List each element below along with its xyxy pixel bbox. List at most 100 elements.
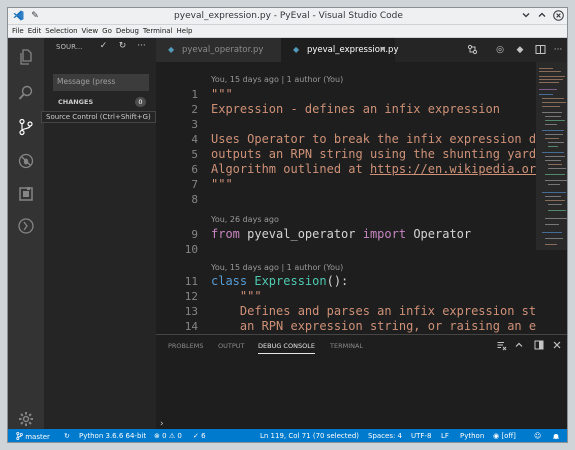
sync-icon[interactable]: ↻ xyxy=(64,432,70,440)
module-name: pyeval_operator xyxy=(239,227,363,241)
git-icon[interactable]: ◆ xyxy=(514,44,526,56)
source-control-icon[interactable] xyxy=(16,117,36,137)
code-line: 14 an RPN expression string, or raising … xyxy=(156,319,536,334)
code-line: 1 """ xyxy=(156,87,536,102)
menu-bar: File Edit Selection View Go Debug Terminal Help xyxy=(8,25,567,38)
indentation[interactable]: Spaces: 4 xyxy=(368,432,402,440)
code-text: outputs an RPN string using the shunting… xyxy=(211,147,536,161)
close-icon[interactable] xyxy=(552,10,564,22)
python-interpreter[interactable]: Python 3.6.6 64-bit xyxy=(79,432,146,440)
encoding[interactable]: UTF-8 xyxy=(411,432,431,440)
debug-icon[interactable] xyxy=(16,151,36,171)
line-number: 13 xyxy=(184,305,198,318)
menu-view[interactable]: View xyxy=(78,25,99,35)
line-number: 1 xyxy=(191,88,198,101)
line-number: 4 xyxy=(191,133,198,146)
preview-icon[interactable]: ◎ xyxy=(494,44,506,56)
line-number: 9 xyxy=(191,228,198,241)
menu-go[interactable]: Go xyxy=(98,25,112,35)
code-text: Defines and parses an infix expression s… xyxy=(211,304,536,318)
code-text: Uses Operator to break the infix express… xyxy=(211,132,536,146)
gear-icon[interactable] xyxy=(16,409,36,429)
tab-pyeval-operator[interactable]: ◆ pyeval_operator.py xyxy=(156,38,281,62)
code-editor[interactable]: You, 15 days ago | 1 author (You) 1 """ 2… xyxy=(156,62,536,334)
live-status-text: [off] xyxy=(501,432,516,440)
close-panel-icon[interactable] xyxy=(551,340,563,352)
language-mode[interactable]: Python xyxy=(460,432,484,440)
problems-indicator[interactable]: ⊗ 0 ⚠ 0 xyxy=(154,432,182,440)
activity-bar xyxy=(8,38,44,429)
keyword: from xyxy=(211,227,240,241)
chevron-up-icon[interactable] xyxy=(536,10,548,22)
tab-terminal[interactable]: TERMINAL xyxy=(330,342,363,350)
line-number: 5 xyxy=(191,148,198,161)
changes-header[interactable]: CHANGES xyxy=(58,98,93,106)
line-number: 2 xyxy=(191,103,198,116)
files-icon[interactable] xyxy=(16,47,36,67)
branch-indicator[interactable]: master xyxy=(16,431,50,441)
title-bar: ✎ pyeval_expression.py - PyEval - Visual… xyxy=(8,8,567,25)
bell-icon[interactable] xyxy=(552,432,560,442)
live-share-status[interactable]: ◉ [off] xyxy=(493,432,516,440)
line-number: 11 xyxy=(184,275,198,288)
menu-selection[interactable]: Selection xyxy=(41,25,77,35)
clear-console-icon[interactable] xyxy=(495,340,507,352)
menu-file[interactable]: File xyxy=(8,25,24,35)
line-number: 12 xyxy=(184,290,198,303)
source-control-sidebar: SOUR... ✓ ↻ ··· Message (press CHANGES 0 xyxy=(44,38,156,429)
line-number: 8 xyxy=(191,193,198,206)
code-line: 3 xyxy=(156,117,536,132)
tab-output[interactable]: OUTPUT xyxy=(218,342,245,350)
wikipedia-link[interactable]: https://en.wikipedia.org xyxy=(370,162,536,176)
status-bar: master ↻ Python 3.6.6 64-bit ⊗ 0 ⚠ 0 ✓ 6… xyxy=(8,429,567,442)
line-number: 10 xyxy=(184,243,198,256)
extensions-icon[interactable] xyxy=(16,184,36,204)
code-line: 10 xyxy=(156,242,536,257)
close-tab-icon[interactable]: × xyxy=(379,38,387,62)
eye-icon: ◉ xyxy=(493,432,500,440)
remote-icon[interactable] xyxy=(16,216,36,236)
menu-help[interactable]: Help xyxy=(173,25,193,35)
code-line: 7 """ xyxy=(156,177,536,192)
code-line: 6 Algorithm outlined at https://en.wikipe… xyxy=(156,162,536,177)
check-count: 6 xyxy=(201,432,206,440)
code-text: Expression - defines an infix expression xyxy=(211,102,500,116)
line-number: 3 xyxy=(191,118,198,131)
menu-debug[interactable]: Debug xyxy=(112,25,139,35)
error-icon: ⊗ xyxy=(154,432,160,440)
sidebar-header: SOUR... ✓ ↻ ··· xyxy=(44,38,156,56)
python-file-icon: ◆ xyxy=(293,45,300,54)
smiley-icon[interactable]: ☺ xyxy=(534,432,541,440)
search-icon[interactable] xyxy=(16,83,36,103)
console-prompt[interactable]: › xyxy=(160,419,164,429)
codelens-blame[interactable]: You, 15 days ago | 1 author (You) xyxy=(211,73,343,86)
code-text: """ xyxy=(211,87,233,101)
line-ending[interactable]: LF xyxy=(441,432,449,440)
git-branch-icon xyxy=(16,431,23,441)
checks-indicator[interactable]: ✓ 6 xyxy=(193,432,206,440)
maximize-panel-icon[interactable] xyxy=(533,340,545,352)
tab-problems[interactable]: PROBLEMS xyxy=(168,342,203,350)
code-line: 5 outputs an RPN string using the shuntin… xyxy=(156,147,536,162)
split-editor-icon[interactable] xyxy=(534,44,546,56)
commit-message-input[interactable]: Message (press xyxy=(53,74,149,91)
codelens-blame[interactable]: You, 26 days ago xyxy=(211,213,279,226)
check-icon: ✓ xyxy=(193,432,199,440)
more-actions-icon[interactable]: ··· xyxy=(136,41,147,52)
code-line: 11 class Expression(): xyxy=(156,274,536,289)
tab-debug-console[interactable]: DEBUG CONSOLE xyxy=(258,342,315,354)
more-actions-icon[interactable]: ··· xyxy=(552,44,564,56)
tab-pyeval-expression[interactable]: ◆ pyeval_expression.py × xyxy=(281,38,398,62)
menu-edit[interactable]: Edit xyxy=(24,25,42,35)
menu-terminal[interactable]: Terminal xyxy=(139,25,173,35)
refresh-icon[interactable]: ↻ xyxy=(117,41,128,52)
editor-scrollbar[interactable] xyxy=(536,62,567,250)
chevron-down-icon[interactable] xyxy=(520,10,532,22)
codelens-blame[interactable]: You, 15 days ago | 1 author (You) xyxy=(211,261,343,274)
code-text: """ xyxy=(211,289,262,303)
open-changes-icon[interactable] xyxy=(466,44,478,56)
code-text: an RPN expression string, or raising an … xyxy=(211,319,536,333)
commit-check-icon[interactable]: ✓ xyxy=(98,41,109,52)
chevron-up-icon[interactable] xyxy=(513,340,525,352)
cursor-position[interactable]: Ln 119, Col 71 (70 selected) xyxy=(260,432,359,440)
